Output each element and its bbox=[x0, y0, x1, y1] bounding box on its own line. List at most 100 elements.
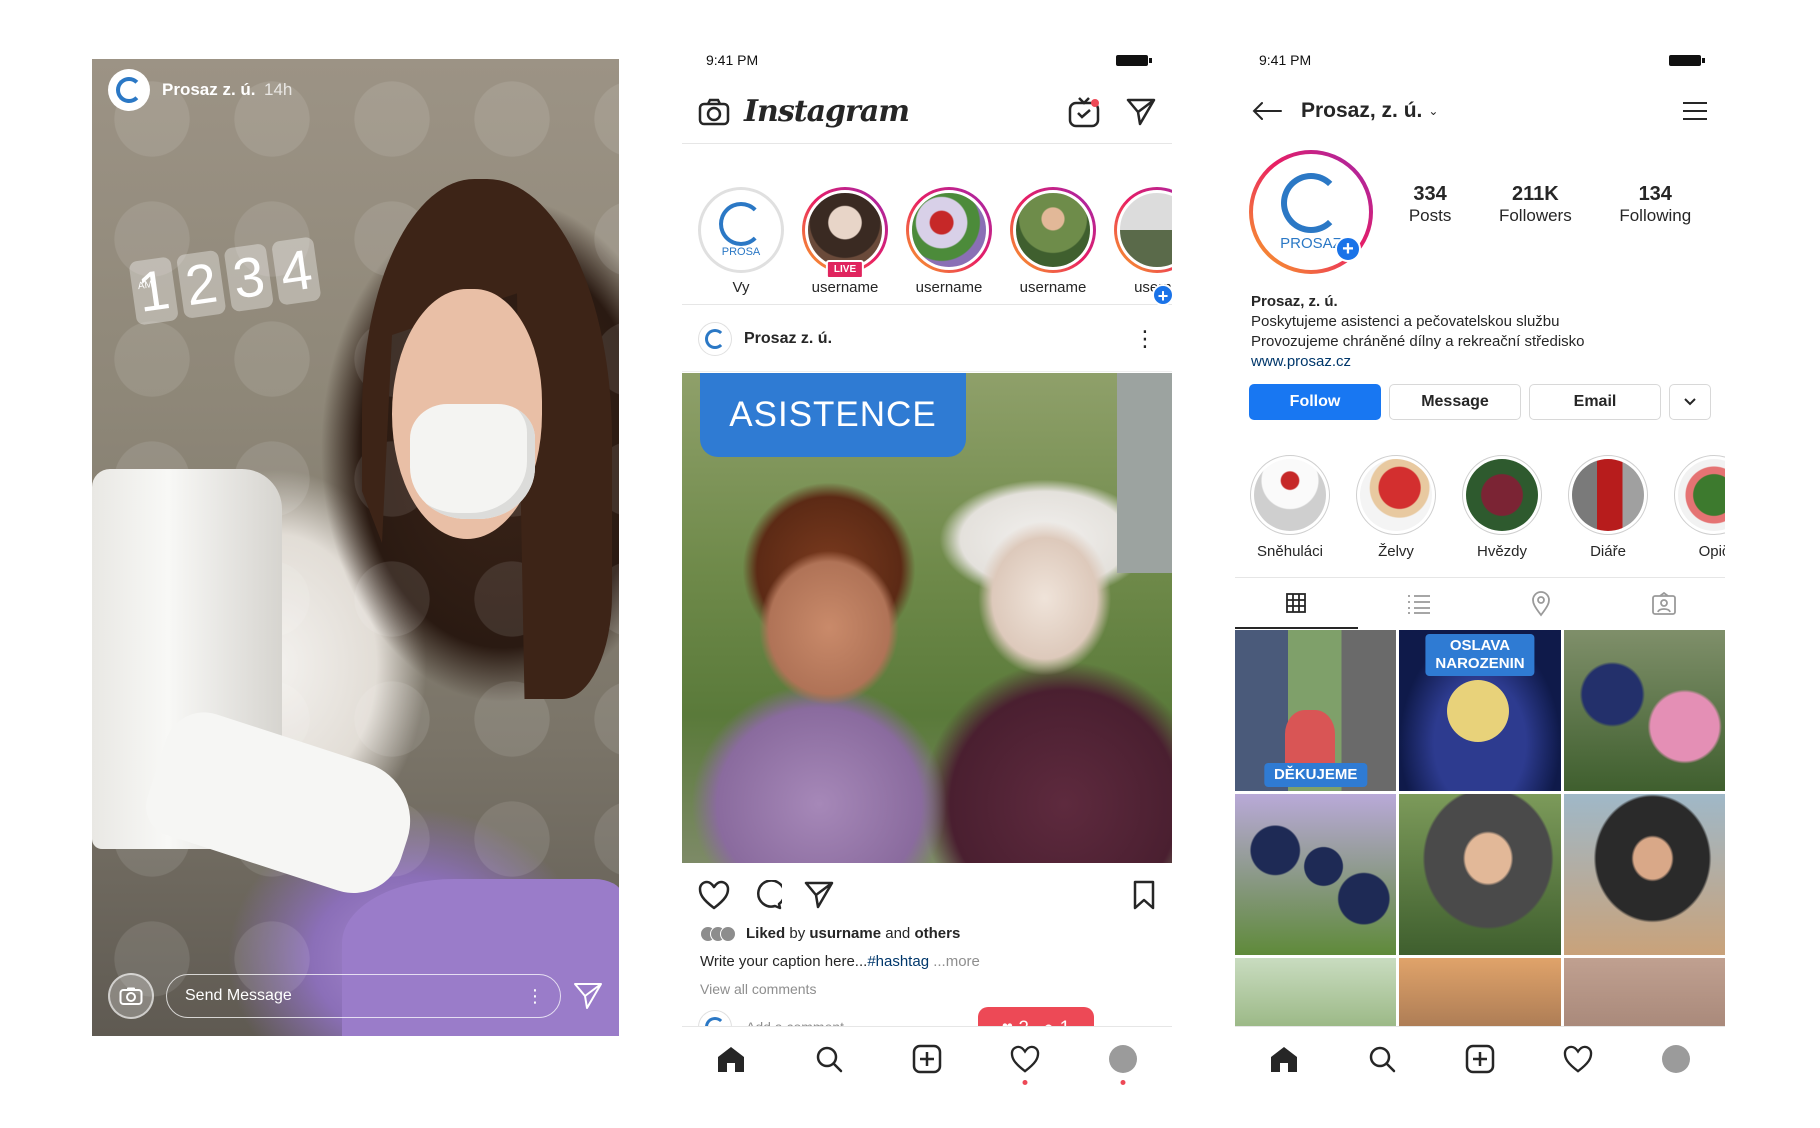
highlight-circle bbox=[1462, 455, 1542, 535]
liked-by-others[interactable]: others bbox=[914, 925, 960, 942]
activity-icon bbox=[1563, 1045, 1593, 1073]
avatar[interactable] bbox=[108, 69, 150, 111]
direct-icon[interactable] bbox=[1126, 98, 1156, 126]
share-icon[interactable] bbox=[804, 881, 834, 909]
profile-icon bbox=[1109, 1044, 1137, 1073]
highlight-item[interactable]: Sněhuláci bbox=[1249, 455, 1331, 560]
profile-header: Prosaz, z. ú. ⌄ bbox=[1235, 80, 1725, 142]
tab-activity[interactable] bbox=[1005, 1039, 1045, 1085]
story-account-name[interactable]: Prosaz z. ú. bbox=[162, 80, 256, 99]
tab-new-post[interactable] bbox=[907, 1039, 947, 1079]
clock-digit: 3 bbox=[223, 243, 275, 313]
tab-location[interactable] bbox=[1480, 578, 1603, 629]
tab-profile[interactable] bbox=[1103, 1039, 1143, 1085]
caption-text: Write your caption here... bbox=[700, 953, 868, 970]
like-icon[interactable] bbox=[698, 880, 730, 910]
tab-profile[interactable] bbox=[1656, 1039, 1696, 1079]
stat-followers[interactable]: 211K Followers bbox=[1499, 183, 1572, 226]
chevron-down-icon[interactable]: ⌄ bbox=[1428, 104, 1438, 118]
follow-button[interactable]: Follow bbox=[1249, 384, 1381, 420]
liked-by[interactable]: Liked by usurname and others bbox=[700, 925, 960, 942]
highlight-item[interactable]: Diáře bbox=[1567, 455, 1649, 560]
story-photo-mask bbox=[410, 404, 535, 519]
highlight-item[interactable]: Hvězdy bbox=[1461, 455, 1543, 560]
story-ring bbox=[1010, 187, 1096, 273]
prosaz-logo-icon bbox=[1281, 172, 1341, 233]
home-icon bbox=[1271, 1046, 1297, 1072]
tab-search[interactable] bbox=[1362, 1039, 1402, 1079]
story-item[interactable]: LIVE username bbox=[802, 145, 888, 304]
profile-username[interactable]: Prosaz, z. ú. bbox=[1301, 99, 1422, 123]
highlight-label: Opič bbox=[1698, 543, 1725, 560]
grid-post[interactable] bbox=[1563, 794, 1725, 955]
post-account-name[interactable]: Prosaz z. ú. bbox=[744, 330, 832, 348]
stat-following[interactable]: 134 Following bbox=[1619, 183, 1691, 226]
tab-tagged[interactable] bbox=[1603, 578, 1726, 629]
clock-digit: 2 bbox=[175, 249, 227, 319]
email-button[interactable]: Email bbox=[1529, 384, 1661, 420]
grid-post[interactable]: DĚKUJEME bbox=[1235, 630, 1397, 791]
highlight-item[interactable]: Opič bbox=[1673, 455, 1725, 560]
stat-posts[interactable]: 334 Posts bbox=[1409, 183, 1452, 226]
tab-activity[interactable] bbox=[1558, 1039, 1598, 1079]
tab-home[interactable] bbox=[1264, 1039, 1304, 1079]
post-image[interactable]: ASISTENCE bbox=[682, 373, 1172, 863]
grid-post[interactable]: OSLAVA NAROZENIN bbox=[1399, 630, 1561, 791]
menu-icon[interactable] bbox=[1681, 100, 1709, 122]
more-icon[interactable]: ⋮ bbox=[1134, 327, 1156, 349]
camera-icon bbox=[119, 987, 143, 1005]
send-message-input[interactable]: Send Message ⋮ bbox=[166, 974, 561, 1018]
profile-bio: Prosaz, z. ú. Poskytujeme asistenci a pe… bbox=[1251, 292, 1585, 372]
highlight-label: Sněhuláci bbox=[1257, 543, 1323, 560]
search-icon bbox=[1369, 1046, 1396, 1072]
back-arrow-icon[interactable] bbox=[1251, 101, 1283, 121]
caption-more-link[interactable]: ...more bbox=[933, 953, 980, 970]
instagram-logo: Instagram bbox=[744, 94, 910, 129]
igtv-icon[interactable] bbox=[1068, 96, 1100, 128]
caption-hashtag[interactable]: #hashtag bbox=[867, 953, 929, 970]
post-photo-detail bbox=[1447, 680, 1510, 742]
comment-icon[interactable] bbox=[752, 880, 782, 910]
view-all-comments-link[interactable]: View all comments bbox=[700, 981, 816, 997]
highlight-circle bbox=[1250, 455, 1330, 535]
tab-home[interactable] bbox=[711, 1039, 751, 1079]
clock-digit: 1 AM bbox=[128, 256, 179, 326]
story-view[interactable]: Prosaz z. ú. 14h 1 AM 2 3 4 Send Message… bbox=[92, 59, 619, 1036]
highlight-circle bbox=[1356, 455, 1436, 535]
tab-list[interactable] bbox=[1358, 578, 1481, 629]
send-message-placeholder: Send Message bbox=[185, 987, 292, 1004]
grid-post[interactable] bbox=[1235, 794, 1397, 955]
tab-search[interactable] bbox=[809, 1039, 849, 1079]
tab-new-post[interactable] bbox=[1460, 1039, 1500, 1079]
tab-grid[interactable] bbox=[1235, 578, 1358, 629]
add-story-icon[interactable]: + bbox=[1335, 236, 1361, 262]
message-button[interactable]: Message bbox=[1389, 384, 1521, 420]
camera-icon[interactable] bbox=[698, 98, 730, 126]
logo-text: PROSA bbox=[721, 246, 761, 258]
avatar[interactable] bbox=[698, 321, 732, 356]
story-item[interactable]: username bbox=[1010, 145, 1096, 304]
profile-avatar[interactable]: PROSAZ + bbox=[1249, 150, 1373, 274]
story-reply-bar: Send Message ⋮ bbox=[92, 956, 619, 1036]
liked-by-mid: by bbox=[789, 925, 806, 942]
more-icon[interactable]: ⋮ bbox=[526, 986, 544, 1007]
post-overlay-label: OSLAVA NAROZENIN bbox=[1425, 634, 1535, 676]
bookmark-icon[interactable] bbox=[1132, 880, 1156, 910]
post-banner: ASISTENCE bbox=[700, 373, 966, 457]
story-ring: LIVE bbox=[802, 187, 888, 279]
story-item[interactable]: username bbox=[906, 145, 992, 304]
story-item[interactable]: userna bbox=[1114, 145, 1172, 304]
story-item-own[interactable]: PROSA + Vy bbox=[698, 145, 1172, 306]
chevron-down-icon bbox=[1684, 398, 1696, 406]
status-time: 9:41 PM bbox=[706, 52, 759, 68]
suggestions-button[interactable] bbox=[1669, 384, 1711, 420]
camera-button[interactable] bbox=[108, 973, 154, 1019]
bio-website-link[interactable]: www.prosaz.cz bbox=[1251, 352, 1585, 372]
grid-post[interactable] bbox=[1399, 794, 1561, 955]
highlight-item[interactable]: Želvy bbox=[1355, 455, 1437, 560]
grid-post[interactable] bbox=[1563, 630, 1725, 791]
add-story-icon[interactable]: + bbox=[1152, 284, 1172, 306]
liked-by-user[interactable]: usurname bbox=[809, 925, 881, 942]
send-icon[interactable] bbox=[573, 982, 603, 1010]
avatar bbox=[805, 190, 885, 270]
